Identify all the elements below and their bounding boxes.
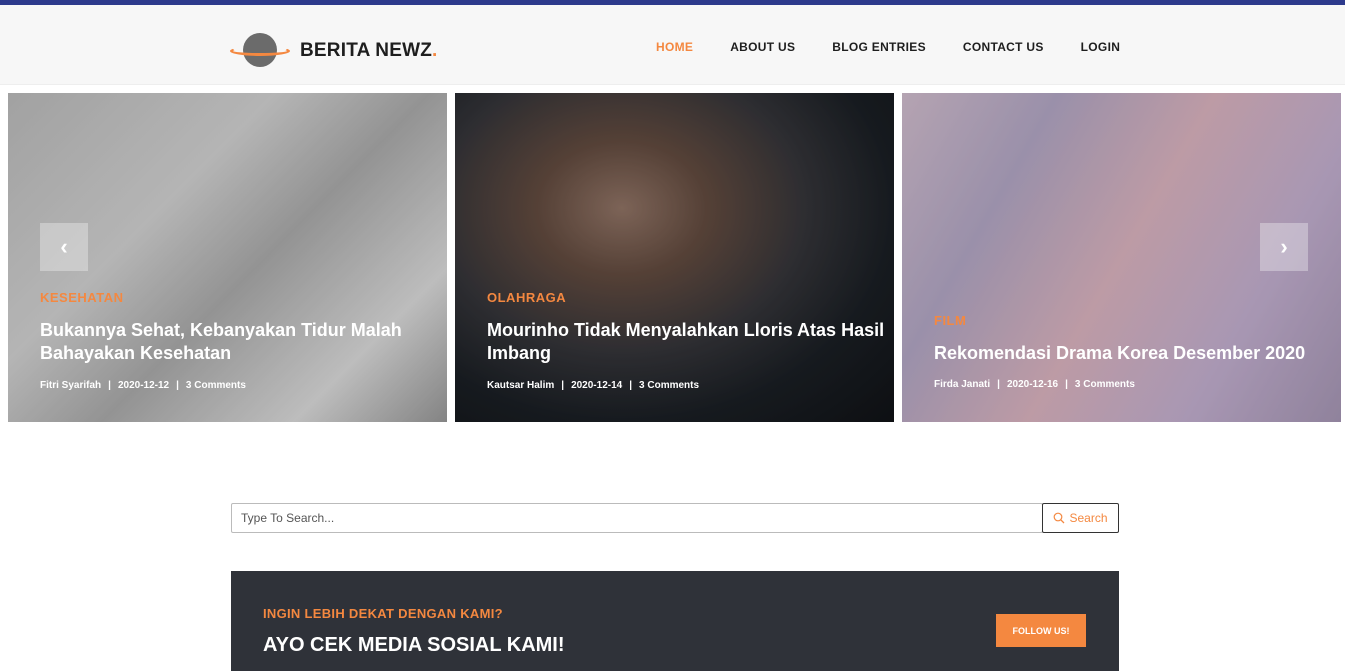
main-nav: HOME ABOUT US BLOG ENTRIES CONTACT US LO…	[656, 40, 1157, 54]
cta-subtitle: INGIN LEBIH DEKAT DENGAN KAMI?	[263, 606, 503, 621]
planet-logo-icon	[230, 32, 290, 70]
search-form: Search	[231, 503, 1119, 533]
slide-category[interactable]: FILM	[934, 313, 1334, 328]
slide-comments[interactable]: 3 Comments	[186, 380, 246, 391]
slide-date: 2020-12-14	[571, 380, 623, 391]
cta-heading: AYO CEK MEDIA SOSIAL KAMI!	[263, 634, 565, 656]
slide-author[interactable]: Fitri Syarifah	[40, 380, 101, 391]
slide-card[interactable]: OLAHRAGA Mourinho Tidak Menyalahkan Llor…	[455, 93, 894, 422]
slider-prev-button[interactable]: ‹	[40, 223, 88, 271]
chevron-right-icon: ›	[1280, 234, 1288, 259]
brand-logo[interactable]: BERITA NEWZ.	[230, 32, 438, 70]
search-input[interactable]	[231, 503, 1043, 533]
slide-card[interactable]: FILM Rekomendasi Drama Korea Desember 20…	[902, 93, 1341, 422]
nav-login[interactable]: LOGIN	[1081, 40, 1121, 54]
slide-comments[interactable]: 3 Comments	[1075, 379, 1135, 390]
slide-comments[interactable]: 3 Comments	[639, 380, 699, 391]
slide-meta: Firda Janati | 2020-12-16 | 3 Comments	[934, 379, 1135, 390]
slide-category[interactable]: KESEHATAN	[40, 290, 440, 305]
slide-title[interactable]: Bukannya Sehat, Kebanyakan Tidur Malah B…	[40, 319, 440, 365]
slide-category[interactable]: OLAHRAGA	[487, 290, 887, 305]
slide-author[interactable]: Kautsar Halim	[487, 380, 554, 391]
slide-author[interactable]: Firda Janati	[934, 379, 990, 390]
slide-date: 2020-12-16	[1006, 379, 1059, 390]
slide-date: 2020-12-12	[117, 380, 170, 391]
brand-name: BERITA NEWZ.	[300, 40, 438, 61]
nav-blog-entries[interactable]: BLOG ENTRIES	[832, 40, 926, 54]
slide-card[interactable]: KESEHATAN Bukannya Sehat, Kebanyakan Tid…	[8, 93, 447, 422]
search-button-label: Search	[1069, 511, 1108, 525]
site-header: BERITA NEWZ. HOME ABOUT US BLOG ENTRIES …	[0, 5, 1345, 85]
nav-home[interactable]: HOME	[656, 40, 693, 54]
slide-meta: Fitri Syarifah | 2020-12-12 | 3 Comments	[40, 380, 246, 391]
slide-title[interactable]: Mourinho Tidak Menyalahkan Lloris Atas H…	[487, 319, 887, 365]
slide-meta: Kautsar Halim | 2020-12-14 | 3 Comments	[487, 380, 700, 391]
slider-next-button[interactable]: ›	[1260, 223, 1308, 271]
search-button[interactable]: Search	[1042, 503, 1119, 533]
featured-slider: KESEHATAN Bukannya Sehat, Kebanyakan Tid…	[8, 93, 1342, 422]
nav-contact-us[interactable]: CONTACT US	[963, 40, 1044, 54]
slide-title[interactable]: Rekomendasi Drama Korea Desember 2020	[934, 342, 1334, 365]
nav-about-us[interactable]: ABOUT US	[730, 40, 795, 54]
search-icon	[1054, 512, 1065, 524]
follow-us-button[interactable]: FOLLOW US!	[996, 614, 1086, 647]
chevron-left-icon: ‹	[60, 234, 68, 259]
social-cta-banner: INGIN LEBIH DEKAT DENGAN KAMI? AYO CEK M…	[231, 571, 1119, 671]
